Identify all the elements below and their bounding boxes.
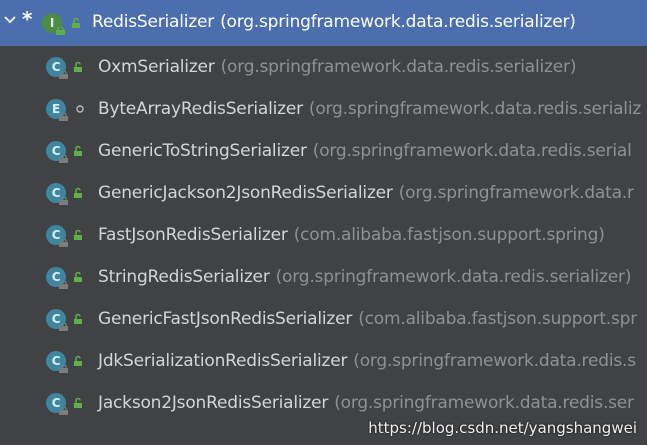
class-name: OxmSerializer (98, 57, 215, 77)
package-name: (org.springframework.data.redis.serializ… (220, 12, 576, 32)
lock-icon (59, 71, 68, 79)
public-access-icon (74, 229, 82, 240)
lock-icon (59, 323, 68, 331)
public-access-icon (74, 145, 82, 156)
class-name: GenericToStringSerializer (98, 141, 307, 161)
class-name: StringRedisSerializer (98, 267, 270, 287)
public-access-icon (72, 17, 80, 28)
tree-row-root[interactable]: * I RedisSerializer (org.springframework… (0, 0, 647, 46)
tree-row[interactable]: C GenericFastJsonRedisSerializer (com.alib… (0, 298, 647, 340)
lock-icon (59, 113, 68, 121)
tree-row[interactable]: C GenericJackson2JsonRedisSerializer (org.… (0, 172, 647, 214)
package-name: (com.alibaba.fastjson.support.spr (358, 309, 638, 329)
package-name: (org.springframework.data.r (398, 183, 634, 203)
class-name: ByteArrayRedisSerializer (98, 99, 303, 119)
watermark-text: https://blog.csdn.net/yangshangwei (368, 419, 637, 437)
package-name: (org.springframework.data.redis.s (353, 351, 636, 371)
chevron-down-icon[interactable] (4, 14, 16, 26)
class-name: GenericFastJsonRedisSerializer (98, 309, 353, 329)
package-name: (org.springframework.data.redis.serial (312, 141, 632, 161)
public-access-icon (74, 271, 82, 282)
lock-icon (59, 155, 68, 163)
public-access-icon (74, 61, 82, 72)
lock-icon (59, 407, 68, 415)
tree-row[interactable]: C JdkSerializationRedisSerializer (org.spr… (0, 340, 647, 382)
class-name: FastJsonRedisSerializer (98, 225, 288, 245)
tree-row[interactable]: C StringRedisSerializer (org.springframewo… (0, 256, 647, 298)
marker-star: * (22, 7, 33, 31)
lock-icon (59, 281, 68, 289)
lock-icon (59, 197, 68, 205)
tree-row[interactable]: C GenericToStringSerializer (org.springfra… (0, 130, 647, 172)
lock-icon (59, 239, 68, 247)
tree-row[interactable]: C FastJsonRedisSerializer (com.alibaba.fas… (0, 214, 647, 256)
package-private-icon (76, 105, 84, 113)
tree-row[interactable]: C OxmSerializer (org.springframework.data.… (0, 46, 647, 88)
package-name: (org.springframework.data.redis.serializ… (275, 267, 632, 287)
tree-row[interactable]: E ByteArrayRedisSerializer (org.springfram… (0, 88, 647, 130)
lock-icon (59, 365, 68, 373)
class-name: Jackson2JsonRedisSerializer (98, 393, 329, 413)
package-name: (org.springframework.data.redis.serializ (308, 99, 642, 119)
package-name: (org.springframework.data.redis.serializ… (220, 57, 577, 77)
tree-row[interactable]: C Jackson2JsonRedisSerializer (org.springf… (0, 382, 647, 424)
type-hierarchy-tree: * I RedisSerializer (org.springframework… (0, 0, 647, 445)
public-access-icon (74, 355, 82, 366)
class-name: RedisSerializer (92, 12, 215, 32)
public-access-icon (74, 397, 82, 408)
package-name: (org.springframework.data.redis.ser (334, 393, 634, 413)
package-name: (com.alibaba.fastjson.support.spring) (293, 225, 605, 245)
class-name: JdkSerializationRedisSerializer (98, 351, 348, 371)
class-name: GenericJackson2JsonRedisSerializer (98, 183, 393, 203)
public-access-icon (74, 187, 82, 198)
lock-icon (56, 27, 65, 35)
public-access-icon (74, 313, 82, 324)
